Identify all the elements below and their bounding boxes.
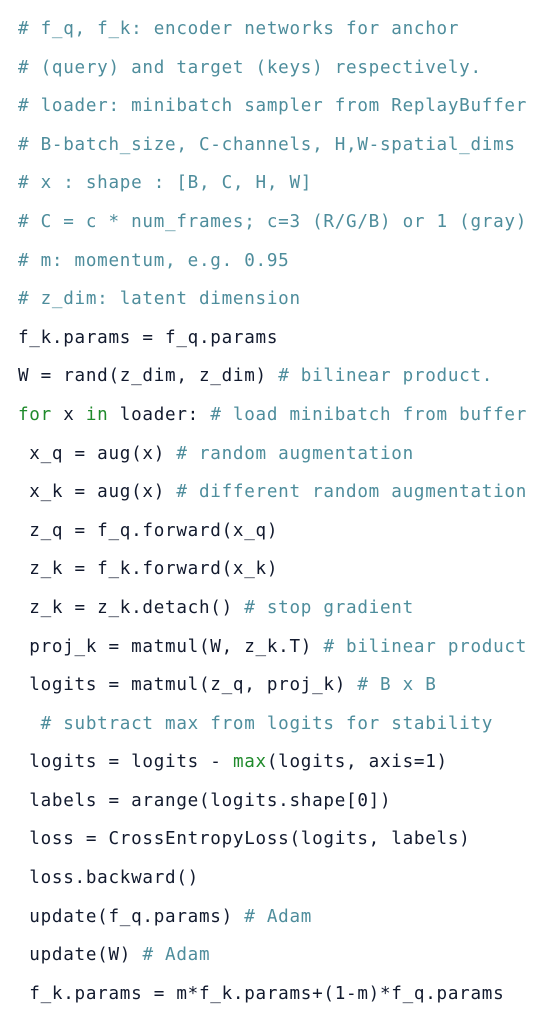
code-token-code: loss.backward()	[18, 868, 199, 889]
code-token-comment: # B x B	[357, 675, 437, 696]
code-token-comment: # subtract max from logits for stability	[40, 713, 494, 734]
code-token-comment: # bilinear product	[323, 636, 528, 657]
code-token-comment: # m: momentum, e.g. 0.95	[18, 250, 290, 271]
code-token-code: z_k = z_k.detach()	[18, 597, 245, 618]
code-line: z_q = f_q.forward(x_q)	[18, 520, 549, 544]
code-token-code: W = rand(z_dim, z_dim)	[18, 366, 279, 387]
code-line: logits = matmul(z_q, proj_k) # B x B	[18, 674, 549, 698]
code-token-code: f_k.params = m*f_k.params+(1-m)*f_q.para…	[18, 983, 505, 1004]
code-token-comment: # loader: minibatch sampler from ReplayB…	[18, 96, 528, 117]
code-token-comment: # z_dim: latent dimension	[18, 289, 301, 310]
code-token-code: f_k.params = f_q.params	[18, 327, 279, 348]
code-line: loss.backward()	[18, 867, 549, 891]
code-token-builtin: max	[232, 752, 267, 773]
code-token-keyword: for	[18, 404, 52, 425]
code-line: # m: momentum, e.g. 0.95	[18, 250, 549, 274]
code-line: proj_k = matmul(W, z_k.T) # bilinear pro…	[18, 636, 549, 660]
code-line: update(f_q.params) # Adam	[18, 906, 549, 930]
code-token-comment: # bilinear product.	[278, 366, 494, 387]
code-token-comment: # random augmentation	[176, 443, 414, 464]
code-line: # C = c * num_frames; c=3 (R/G/B) or 1 (…	[18, 211, 549, 235]
code-token-code	[18, 714, 41, 734]
code-line: logits = logits - max(logits, axis=1)	[18, 751, 549, 775]
code-line: f_k.params = m*f_k.params+(1-m)*f_q.para…	[18, 983, 549, 1007]
code-token-code: labels = arange(logits.shape[0])	[18, 790, 392, 811]
code-token-code: logits = logits -	[18, 752, 233, 773]
code-line: # subtract max from logits for stability	[18, 713, 549, 737]
code-token-code: loss = CrossEntropyLoss(logits, labels)	[18, 829, 471, 850]
code-token-code: proj_k = matmul(W, z_k.T)	[18, 636, 324, 657]
code-token-comment: # stop gradient	[244, 597, 414, 618]
code-line: labels = arange(logits.shape[0])	[18, 790, 549, 814]
code-token-code: z_q = f_q.forward(x_q)	[18, 520, 279, 541]
code-token-keyword: in	[85, 404, 109, 425]
code-line: x_q = aug(x) # random augmentation	[18, 443, 549, 467]
code-token-code: update(f_q.params)	[18, 906, 245, 927]
code-token-comment: # load minibatch from buffer	[210, 404, 528, 425]
code-token-code: z_k = f_k.forward(x_k)	[18, 559, 279, 580]
code-token-comment: # B-batch_size, C-channels, H,W-spatial_…	[18, 134, 516, 155]
code-line: # z_dim: latent dimension	[18, 288, 549, 312]
code-token-comment: # Adam	[244, 906, 313, 927]
code-listing: # f_q, f_k: encoder networks for anchor …	[0, 13, 549, 1004]
code-token-code: x	[51, 404, 86, 425]
code-token-code: logits = matmul(z_q, proj_k)	[18, 675, 358, 696]
code-line: # f_q, f_k: encoder networks for anchor	[18, 18, 549, 42]
code-token-comment: # x : shape : [B, C, H, W]	[18, 173, 313, 194]
code-line: f_k.params = f_q.params	[18, 327, 549, 351]
code-token-code: loader:	[108, 404, 211, 425]
code-token-code: update(W)	[18, 945, 143, 966]
code-line: # x : shape : [B, C, H, W]	[18, 172, 549, 196]
code-token-comment: # C = c * num_frames; c=3 (R/G/B) or 1 (…	[18, 211, 528, 232]
code-token-comment: # Adam	[142, 945, 211, 966]
code-token-code: (logits, axis=1)	[266, 752, 448, 773]
code-line: # (query) and target (keys) respectively…	[18, 57, 549, 81]
code-line: # B-batch_size, C-channels, H,W-spatial_…	[18, 134, 549, 158]
code-line: # loader: minibatch sampler from ReplayB…	[18, 95, 549, 119]
code-line: loss = CrossEntropyLoss(logits, labels)	[18, 828, 549, 852]
code-line: z_k = f_k.forward(x_k)	[18, 558, 549, 582]
code-token-comment: # different random augmentation	[176, 482, 528, 503]
code-line: x_k = aug(x) # different random augmenta…	[18, 481, 549, 505]
code-token-code: x_k = aug(x)	[18, 482, 177, 503]
code-line: update(W) # Adam	[18, 944, 549, 968]
code-line: z_k = z_k.detach() # stop gradient	[18, 597, 549, 621]
code-token-code: x_q = aug(x)	[18, 443, 177, 464]
code-line: W = rand(z_dim, z_dim) # bilinear produc…	[18, 365, 549, 389]
code-line: for x in loader: # load minibatch from b…	[18, 404, 549, 428]
code-token-comment: # f_q, f_k: encoder networks for anchor	[18, 19, 460, 39]
code-token-comment: # (query) and target (keys) respectively…	[18, 57, 482, 78]
